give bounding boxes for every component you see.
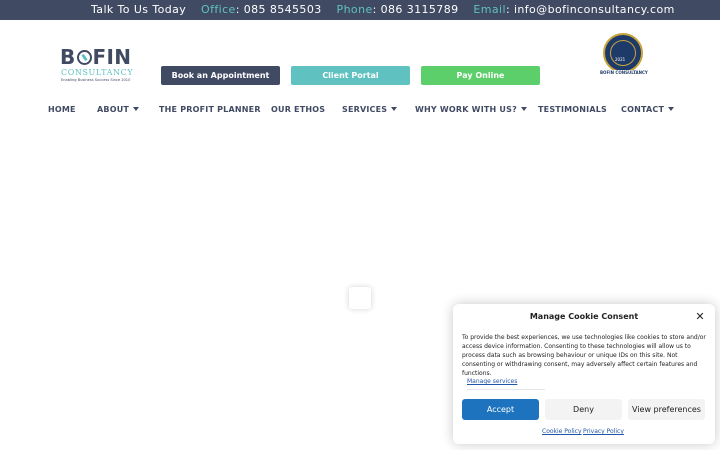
top-contact-bar: Talk To Us Today Office: 085 8545503 Pho…: [0, 0, 720, 20]
privacy-policy-link[interactable]: Privacy Policy: [583, 428, 624, 435]
office-label: Office: [201, 3, 236, 16]
nav-profit-planner[interactable]: THE PROFIT PLANNER: [159, 104, 261, 116]
client-portal-button[interactable]: Client Portal: [291, 66, 410, 85]
nav-contact[interactable]: CONTACT: [621, 104, 675, 116]
award-badge: 2021 BOFIN CONSULTANCY: [600, 33, 648, 77]
nav-testimonials[interactable]: TESTIMONIALS: [538, 104, 607, 116]
logo-mark-icon: [76, 50, 92, 65]
chevron-down-icon: [668, 107, 675, 111]
phone-label: Phone: [336, 3, 373, 16]
logo-tagline: Enabling Business Success Since 2010: [61, 78, 131, 82]
cookie-policy-link[interactable]: Cookie Policy: [542, 428, 582, 435]
chevron-down-icon: [391, 107, 398, 111]
nav-services[interactable]: SERVICES: [342, 104, 398, 116]
nav-about[interactable]: ABOUT: [97, 104, 140, 116]
divider: [467, 389, 545, 390]
cookie-dialog-text: To provide the best experiences, we use …: [462, 334, 706, 377]
nav-our-ethos[interactable]: OUR ETHOS: [271, 104, 325, 116]
office-number[interactable]: : 085 8545503: [236, 3, 322, 16]
close-icon[interactable]: ✕: [694, 311, 706, 323]
pay-online-button[interactable]: Pay Online: [421, 66, 540, 85]
email-address[interactable]: : info@bofinconsultancy.com: [506, 3, 675, 16]
nav-home[interactable]: HOME: [48, 104, 76, 116]
deny-button[interactable]: Deny: [545, 399, 622, 420]
view-preferences-button[interactable]: View preferences: [628, 399, 705, 420]
award-label: BOFIN CONSULTANCY: [600, 70, 648, 76]
cookie-dialog-title: Manage Cookie Consent: [529, 312, 639, 321]
manage-services-link[interactable]: Manage services: [467, 378, 517, 385]
top-contact-info: Talk To Us Today Office: 085 8545503 Pho…: [91, 0, 675, 20]
logo-subtitle: CONSULTANCY: [61, 68, 134, 77]
nav-why-work-with-us[interactable]: WHY WORK WITH US?: [415, 104, 527, 116]
logo-wordmark: B FIN: [60, 45, 132, 69]
site-logo[interactable]: B FIN CONSULTANCY Enabling Business Succe…: [60, 46, 134, 86]
email-label: Email: [473, 3, 506, 16]
chevron-down-icon: [133, 107, 140, 111]
page-loader: [349, 287, 371, 309]
chevron-down-icon: [520, 107, 527, 111]
book-appointment-button[interactable]: Book an Appointment: [161, 66, 280, 85]
talk-to-us-text: Talk To Us Today: [91, 3, 187, 16]
cookie-consent-dialog: Manage Cookie Consent ✕ To provide the b…: [453, 304, 715, 444]
phone-number[interactable]: : 086 3115789: [373, 3, 459, 16]
award-year: 2021: [615, 57, 626, 62]
accept-button[interactable]: Accept: [462, 399, 539, 420]
